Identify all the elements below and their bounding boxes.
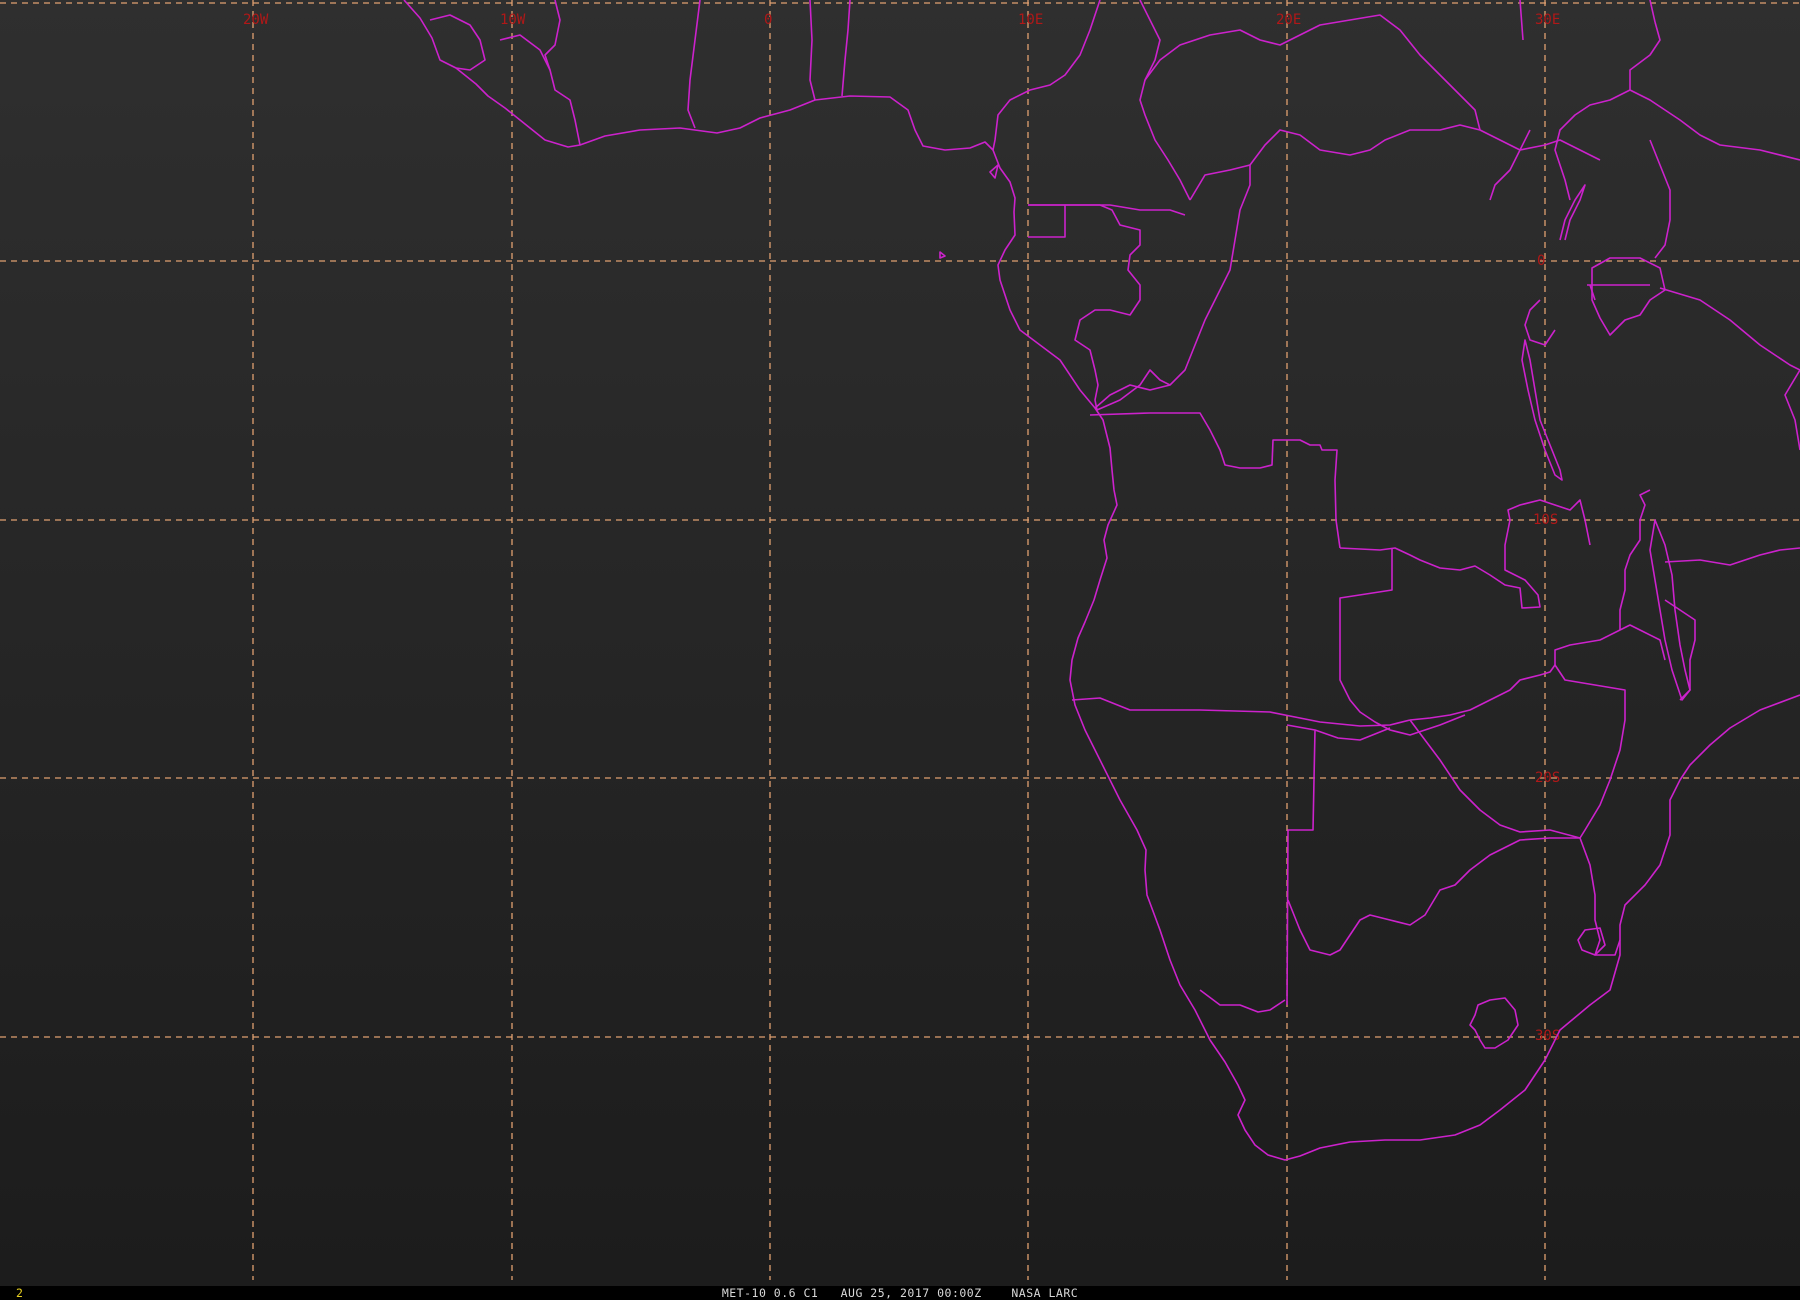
longitude-label-10e: 10E <box>1018 12 1043 28</box>
image-caption: MET-10 0.6 C1 AUG 25, 2017 00:00Z NASA L… <box>721 1286 1079 1300</box>
satellite-map-viewer: 20W 10W 0 10E 20E 30E 0 10S 20S 30S 2 ME… <box>0 0 1800 1300</box>
longitude-label-20w: 20W <box>243 12 269 28</box>
latitude-label-20s: 20S <box>1535 770 1560 786</box>
longitude-label-0: 0 <box>764 12 772 28</box>
longitude-label-20e: 20E <box>1276 12 1301 28</box>
latitude-label-10s: 10S <box>1533 512 1558 528</box>
longitude-label-10w: 10W <box>500 12 526 28</box>
latitude-label-0: 0 <box>1537 253 1545 269</box>
image-background <box>0 0 1800 1286</box>
status-bar: 2 MET-10 0.6 C1 AUG 25, 2017 00:00Z NASA… <box>0 1286 1800 1300</box>
satellite-image: 20W 10W 0 10E 20E 30E 0 10S 20S 30S <box>0 0 1800 1286</box>
longitude-label-30e: 30E <box>1535 12 1560 28</box>
